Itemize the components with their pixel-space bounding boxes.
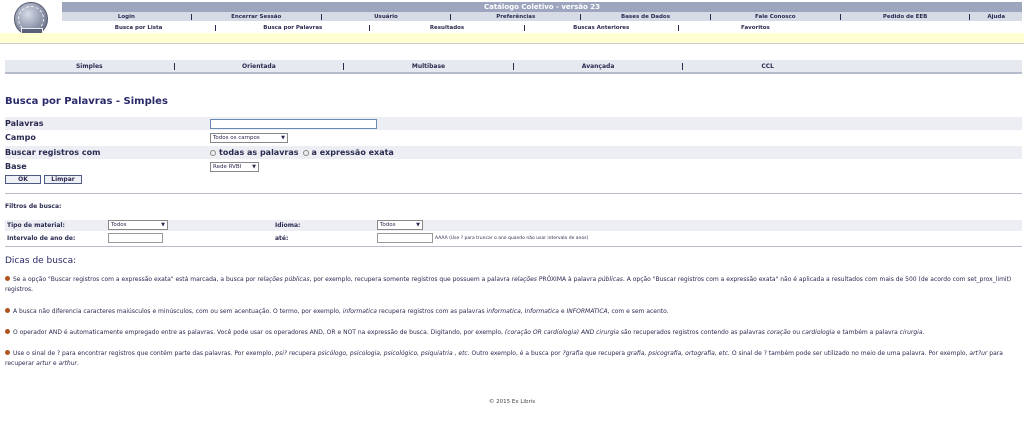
tab-ccl[interactable]: CCL [683,63,852,70]
divider [5,193,1022,194]
menu-preferencias[interactable]: Preferências [451,14,580,20]
submenu-buscas-anteriores[interactable]: Buscas Anteriores [525,25,678,31]
campo-select[interactable]: Todos os campos ▼ [210,132,288,143]
submenu-favoritos[interactable]: Favoritos [679,25,832,31]
submenu-busca-lista[interactable]: Busca por Lista [62,25,215,31]
palavras-row: Palavras [5,117,1022,130]
menu-fale-conosco[interactable]: Fale Conosco [711,14,840,20]
radio-todas-label: todas as palavras [219,148,299,157]
tab-multibase[interactable]: Multibase [344,63,513,70]
main-menu: Login Encerrar Sessão Usuário Preferênci… [62,12,1022,21]
menu-ajuda[interactable]: Ajuda [970,14,1022,20]
search-type-tabs: Simples Orientada Multibase Avançada CCL [5,60,1022,72]
submenu-resultados[interactable]: Resultados [370,25,523,31]
campo-label: Campo [5,133,36,142]
idioma-select[interactable]: Todos ▼ [377,220,423,230]
submenu-busca-palavras[interactable]: Busca por Palavras [216,25,369,31]
tab-simples[interactable]: Simples [5,63,174,70]
palavras-input[interactable] [210,118,377,129]
tab-avancada[interactable]: Avançada [514,63,683,70]
catalog-title: Catálogo Coletivo - versão 23 [62,2,1022,12]
campo-row: Campo Todos os campos ▼ [5,131,1022,144]
tab-orientada[interactable]: Orientada [175,63,344,70]
menu-usuario[interactable]: Usuário [322,14,451,20]
footer-copyright: © 2015 Ex Libris [488,399,536,405]
tipo-material-label: Tipo de material: [7,222,65,229]
limpar-button[interactable]: Limpar [44,175,82,184]
tip-4: Use o sinal de ? para encontrar registro… [5,350,1003,367]
bullet-icon [5,329,10,334]
filtro-row-1: Tipo de material: Todos ▼ Idioma: Todos ▼ [5,220,1022,231]
bullet-icon [5,276,10,281]
tip-1: Se a opção "Buscar registros com a expre… [5,276,1012,293]
ano-de-input[interactable] [108,233,163,243]
filtro-row-2: Intervalo de ano de: até: AAAA (Use ? pa… [5,233,1022,244]
dicas-title: Dicas de busca: [5,256,77,266]
buscar-row: Buscar registros com todas as palavras a… [5,146,1022,159]
base-row: Base Rede RVBI ▼ [5,160,1022,173]
menu-encerrar-sessao[interactable]: Encerrar Sessão [192,14,321,20]
bullet-icon [5,308,10,313]
buscar-label: Buscar registros com [5,148,101,157]
intervalo-label: Intervalo de ano de: [7,235,76,242]
ok-button[interactable]: OK [5,175,41,184]
ano-ate-input[interactable] [377,233,433,243]
menu-login[interactable]: Login [62,14,191,20]
menu-bases-de-dados[interactable]: Bases de Dados [581,14,710,20]
filtros-title: Filtros de busca: [5,203,62,210]
idioma-label: Idioma: [275,222,301,229]
base-label: Base [5,162,27,171]
sub-menu: Busca por Lista Busca por Palavras Resul… [62,23,1022,32]
ex-libris-logo[interactable] [14,2,48,36]
palavras-label: Palavras [5,119,44,128]
divider-2 [5,246,1022,247]
ano-hint: AAAA (Use ? para truncar o ano quando nã… [435,236,589,241]
radio-expressao-exata[interactable] [302,149,309,156]
menu-pedido-eeb[interactable]: Pedido de EEB [841,14,970,20]
page-title: Busca por Palavras - Simples [5,96,168,107]
ate-label: até: [275,235,289,242]
tipo-material-select[interactable]: Todos ▼ [108,220,168,230]
radio-exata-label: a expressão exata [311,148,394,157]
tip-2: A busca não diferencia caracteres maiúsc… [5,307,1022,317]
tabs-divider [5,72,1022,74]
radio-todas-palavras[interactable] [210,149,216,156]
base-select[interactable]: Rede RVBI ▼ [210,161,259,172]
message-band [0,33,1024,44]
tip-3: O operador AND é automaticamente emprega… [5,328,1022,338]
bullet-icon [5,350,10,355]
